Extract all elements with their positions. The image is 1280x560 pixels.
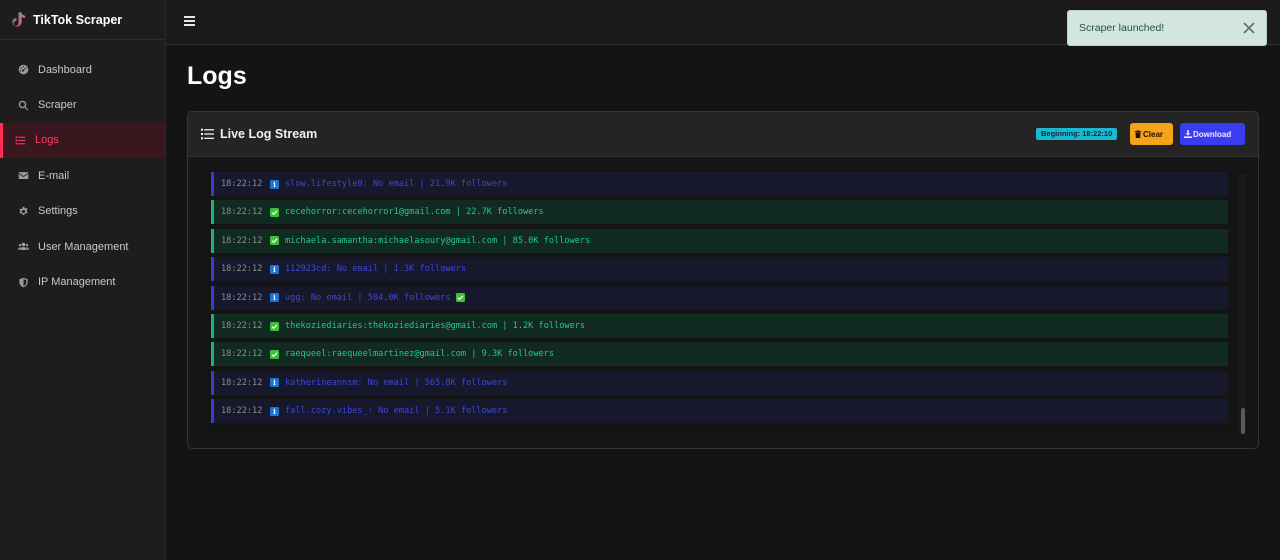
trash-icon	[1134, 130, 1142, 138]
log-message: raequeel:raequeelmartinez@gmail.com | 9.…	[285, 349, 555, 360]
sidebar-item-label: Dashboard	[38, 63, 92, 76]
hamburger-menu-icon[interactable]	[184, 16, 195, 26]
card-header: Live Log Stream Beginning: 18:22:10 Clea…	[188, 112, 1258, 157]
log-message: slow.lifestyle0: No email | 21.9K follow…	[285, 179, 508, 189]
search-icon	[18, 100, 29, 111]
log-entry: 18:22:12 thekoziediaries:thekoziediaries@…	[211, 314, 1228, 338]
scrollbar-track[interactable]	[1239, 173, 1246, 435]
sidebar-item-label: Settings	[38, 205, 78, 218]
brand[interactable]: TikTok Scraper	[0, 0, 165, 40]
sidebar-item-label: IP Management	[38, 276, 116, 289]
log-entry: 18:22:12 i 112923cd: No email | 1.3K follo…	[211, 257, 1228, 282]
log-timestamp: 18:22:12	[221, 207, 263, 218]
log-timestamp: 18:22:12	[221, 321, 263, 331]
log-entry: 18:22:12 i ugg: No email | 504.0K follower…	[211, 285, 1228, 310]
list-icon	[201, 128, 214, 140]
sidebar-item-email[interactable]: E-mail	[0, 158, 165, 193]
sidebar-item-settings[interactable]: Settings	[0, 194, 165, 229]
envelope-icon	[18, 170, 29, 181]
download-button-label: Download	[1193, 129, 1232, 139]
log-entry: 18:22:12 i katherineannsm: No email | 565.…	[211, 370, 1228, 395]
sidebar: TikTok Scraper Dashboard Scraper Logs E-…	[0, 0, 166, 560]
card-title-text: Live Log Stream	[220, 127, 318, 141]
sidebar-item-label: User Management	[38, 240, 129, 253]
log-area[interactable]: 18:22:12 i slow.lifestyle0: No email | 21.…	[202, 170, 1247, 436]
sidebar-item-label: Scraper	[38, 99, 77, 112]
log-entry: 18:22:12 i fall.cozy.vibes_: No email | 5.…	[211, 399, 1228, 424]
card-title: Live Log Stream	[201, 127, 317, 141]
log-stream-card: Live Log Stream Beginning: 18:22:10 Clea…	[187, 111, 1259, 449]
info-icon: i	[270, 179, 279, 189]
download-icon	[1184, 130, 1192, 138]
sidebar-nav: Dashboard Scraper Logs E-mail Settings U…	[0, 52, 165, 300]
sidebar-item-scraper[interactable]: Scraper	[0, 87, 165, 122]
success-toast: Scraper launched!	[1067, 10, 1267, 46]
app-name: TikTok Scraper	[33, 12, 123, 27]
check-icon	[270, 236, 279, 246]
sidebar-item-label: Logs	[35, 134, 59, 147]
info-icon: i	[270, 378, 279, 388]
sidebar-item-ip-management[interactable]: IP Management	[0, 264, 165, 299]
gear-icon	[18, 206, 29, 217]
log-timestamp: 18:22:12	[221, 179, 263, 189]
check-icon	[455, 293, 465, 303]
check-icon	[270, 349, 279, 359]
log-entry: 18:22:12 michaela.samantha:michaelasoury@…	[211, 228, 1228, 253]
info-icon: i	[270, 264, 279, 274]
log-message: ugg: No email | 504.0K followers	[285, 292, 451, 303]
page-title: Logs	[187, 62, 247, 90]
log-timestamp: 18:22:12	[221, 264, 263, 275]
log-timestamp: 18:22:12	[221, 292, 263, 303]
log-timestamp: 18:22:12	[221, 377, 263, 388]
log-timestamp: 18:22:12	[221, 349, 263, 360]
log-message: katherineannsm: No email | 565.8K follow…	[285, 377, 508, 388]
log-message: fall.cozy.vibes_: No email | 5.1K follow…	[285, 406, 508, 417]
info-icon: i	[270, 293, 279, 303]
log-message: 112923cd: No email | 1.3K followers	[285, 264, 467, 275]
check-icon	[270, 207, 279, 217]
list-icon	[15, 135, 26, 146]
log-timestamp: 18:22:12	[221, 406, 263, 417]
check-icon	[270, 321, 279, 331]
download-button[interactable]: Download	[1180, 123, 1245, 145]
log-message: cecehorror:cecehorror1@gmail.com | 22.7K…	[285, 207, 544, 218]
clear-button[interactable]: Clear	[1130, 123, 1173, 145]
sidebar-item-user-management[interactable]: User Management	[0, 229, 165, 264]
close-icon[interactable]	[1242, 21, 1256, 35]
clear-button-label: Clear	[1143, 129, 1164, 139]
start-time-badge: Beginning: 18:22:10	[1036, 128, 1118, 140]
dashboard-gauge-icon	[18, 64, 29, 75]
toast-message: Scraper launched!	[1079, 22, 1165, 34]
info-icon: i	[270, 406, 279, 416]
sidebar-item-label: E-mail	[38, 169, 70, 182]
log-timestamp: 18:22:12	[221, 235, 263, 246]
users-icon	[18, 241, 29, 252]
sidebar-item-logs[interactable]: Logs	[0, 122, 165, 159]
log-message: michaela.samantha:michaelasoury@gmail.co…	[285, 235, 591, 246]
log-entry: 18:22:12 cecehorror:cecehorror1@gmail.com…	[211, 200, 1228, 225]
tiktok-logo-icon	[12, 11, 26, 27]
shield-icon	[18, 277, 29, 288]
scrollbar-thumb[interactable]	[1241, 408, 1245, 434]
log-entry: 18:22:12 raequeel:raequeelmartinez@gmail.…	[211, 342, 1228, 367]
log-entry: 18:22:12 i slow.lifestyle0: No email | 21.…	[211, 172, 1228, 196]
sidebar-item-dashboard[interactable]: Dashboard	[0, 52, 165, 87]
log-message: thekoziediaries:thekoziediaries@gmail.co…	[285, 321, 586, 331]
